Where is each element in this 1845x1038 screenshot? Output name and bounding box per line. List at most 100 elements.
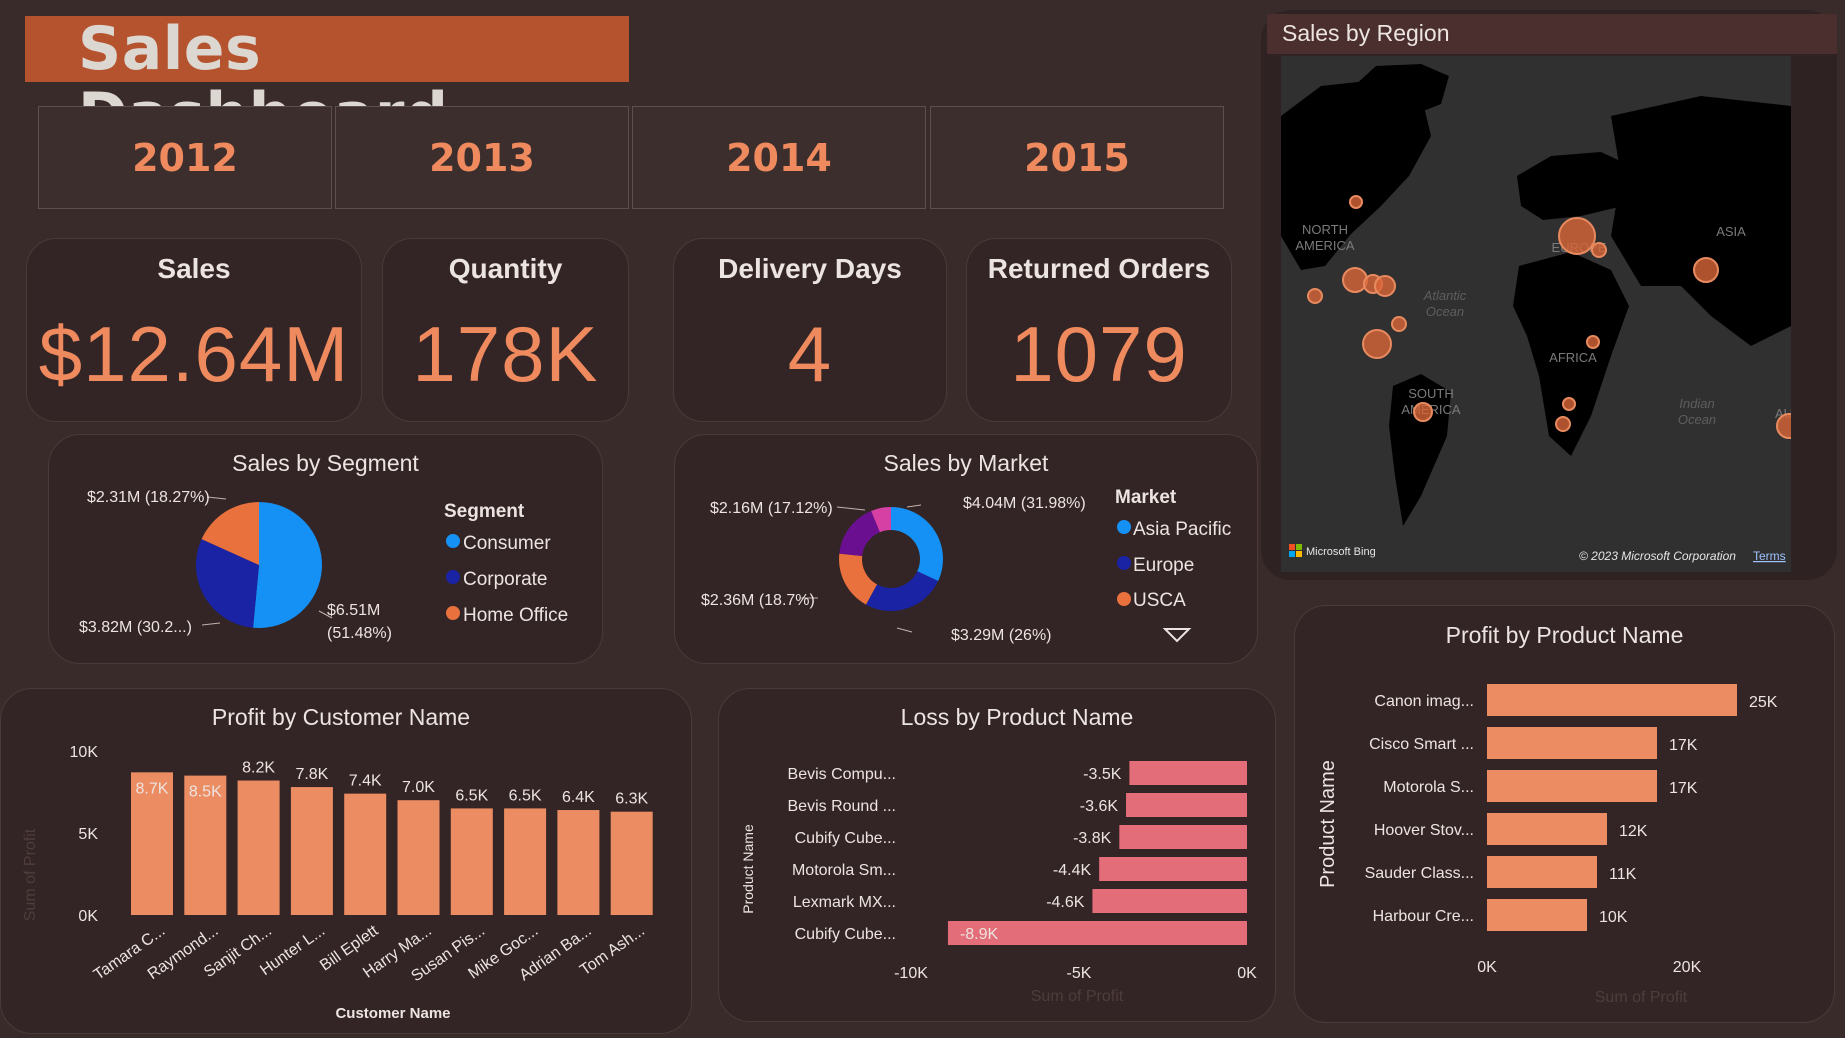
segment-card: Sales by Segment $2.31M (18.27%) $3.82M …: [48, 434, 603, 664]
bar-data-label: -3.6K: [1080, 798, 1119, 815]
bar-data-label: 7.0K: [402, 779, 435, 796]
segment-pie-slice[interactable]: [253, 502, 322, 628]
map-terms-link[interactable]: Terms: [1753, 549, 1786, 563]
legend-swatch: [446, 534, 460, 548]
bar[interactable]: [1129, 761, 1247, 785]
page-title: Sales Dashboard: [25, 16, 629, 148]
map-bubble: [1591, 242, 1607, 258]
y-tick-label: Motorola Sm...: [792, 862, 896, 879]
pie-data-label: $6.51M: [327, 602, 380, 619]
kpi-card-delivery-days: Delivery Days 4: [673, 238, 947, 422]
kpi-label: Sales: [157, 253, 231, 284]
y-tick-label: Hoover Stov...: [1374, 822, 1474, 839]
profit-by-product-chart: 0K 20K 25K Canon imag... 17K Cisco Smart ... 1…: [1317, 684, 1778, 1006]
bar-data-label: 6.5K: [455, 787, 488, 804]
pie-data-label: $3.82M (30.2...): [79, 619, 192, 636]
legend-item-home-office[interactable]: Home Office: [463, 605, 568, 626]
y-tick-label: Motorola S...: [1383, 779, 1474, 796]
bar-data-label: 17K: [1669, 780, 1698, 797]
legend-item-consumer[interactable]: Consumer: [463, 533, 551, 554]
bar[interactable]: [504, 808, 547, 915]
bar[interactable]: [1487, 813, 1607, 845]
market-donut-slice[interactable]: [891, 507, 943, 582]
pie-data-label: $2.16M (17.12%): [710, 500, 833, 517]
bar-data-label: -3.5K: [1083, 766, 1122, 783]
world-map[interactable]: NORTH AMERICA EUROPE ASIA Atlantic Ocean…: [1281, 56, 1791, 572]
bar[interactable]: [344, 793, 387, 915]
market-card: Sales by Market $2.16M (17.12%) $2.36M (…: [674, 434, 1258, 664]
map-card: Sales by Region NORTH AMERICA EUROPE ASI…: [1261, 10, 1837, 580]
bar[interactable]: [1487, 899, 1587, 931]
bar-data-label: 10K: [1599, 909, 1628, 926]
year-button-2013[interactable]: 2013: [335, 106, 629, 209]
bar[interactable]: [1487, 770, 1657, 802]
map-label: NORTH: [1302, 222, 1348, 237]
y-axis-label: Product Name: [740, 824, 756, 914]
bar[interactable]: [557, 810, 600, 915]
legend-scroll-down-icon[interactable]: [1162, 628, 1192, 643]
kpi-value: 1079: [1010, 310, 1188, 398]
bar[interactable]: [610, 811, 653, 915]
y-tick-label: 0K: [78, 908, 98, 925]
legend-item-europe[interactable]: Europe: [1133, 555, 1194, 576]
x-tick-label: -5K: [1067, 965, 1092, 982]
bar[interactable]: [1487, 684, 1737, 716]
map-bubble: [1374, 275, 1396, 297]
bar[interactable]: [1487, 856, 1597, 888]
bar-data-label: 25K: [1749, 694, 1778, 711]
bar-data-label: 17K: [1669, 737, 1698, 754]
bar-data-label: -8.9K: [960, 926, 999, 943]
year-button-2012[interactable]: 2012: [38, 106, 332, 209]
bar[interactable]: [290, 787, 333, 915]
bar-data-label: 8.7K: [136, 780, 169, 797]
kpi-card-returned-orders: Returned Orders 1079: [966, 238, 1232, 422]
kpi-label: Returned Orders: [987, 253, 1211, 284]
x-axis-label: Sum of Profit: [1595, 989, 1688, 1006]
map-label: Ocean: [1678, 412, 1716, 427]
pie-data-label: $2.31M (18.27%): [87, 489, 210, 506]
pie-data-label: $2.36M (18.7%): [701, 592, 815, 609]
bar[interactable]: [1119, 825, 1247, 849]
y-tick-label: Cubify Cube...: [795, 830, 896, 847]
year-button-2015[interactable]: 2015: [930, 106, 1224, 209]
map-label: Atlantic: [1423, 288, 1467, 303]
bar[interactable]: [237, 780, 280, 915]
bar[interactable]: [397, 800, 440, 915]
legend-item-corporate[interactable]: Corporate: [463, 569, 548, 590]
map-bubble: [1349, 195, 1363, 209]
map-bubble: [1586, 335, 1600, 349]
bar-data-label: 11K: [1609, 866, 1637, 883]
legend-swatch: [1117, 556, 1131, 570]
kpi-card-quantity: Quantity 178K: [382, 238, 629, 422]
legend-item-usca[interactable]: USCA: [1133, 590, 1186, 611]
bar[interactable]: [1099, 857, 1247, 881]
y-tick-label: Cisco Smart ...: [1369, 736, 1474, 753]
kpi-value: 4: [787, 310, 833, 398]
bar[interactable]: [1487, 727, 1657, 759]
map-bubble: [1307, 288, 1323, 304]
market-donut-slice[interactable]: [865, 571, 939, 611]
bar-data-label: 7.4K: [349, 773, 382, 790]
pie-data-label: $3.29M (26%): [951, 627, 1052, 644]
bar[interactable]: [1092, 889, 1247, 913]
kpi-label: Quantity: [448, 253, 563, 284]
kpi-value: 178K: [412, 310, 599, 398]
year-button-2014[interactable]: 2014: [632, 106, 926, 209]
x-axis-label: Sum of Profit: [1031, 988, 1124, 1005]
legend-swatch: [1117, 520, 1131, 534]
market-donut-slice[interactable]: [839, 510, 880, 556]
kpi-label: Delivery Days: [718, 253, 902, 284]
bar-data-label: 6.4K: [562, 789, 595, 806]
map-title-bar: Sales by Region: [1267, 14, 1837, 54]
bar[interactable]: [1126, 793, 1247, 817]
loss-by-product-chart: -10K -5K 0K -3.5K Bevis Compu... -3.6K Bevis R…: [740, 761, 1257, 1005]
legend-item-asia-pacific[interactable]: Asia Pacific: [1133, 519, 1231, 540]
x-tick-label: -10K: [894, 965, 928, 982]
legend-swatch: [446, 570, 460, 584]
legend-swatch: [1117, 592, 1131, 606]
kpi-card-sales: Sales $12.64M: [26, 238, 362, 422]
bar-data-label: 8.5K: [189, 784, 222, 801]
bar[interactable]: [450, 808, 493, 915]
x-tick-label: 0K: [1477, 959, 1497, 976]
x-tick-label: 20K: [1673, 959, 1702, 976]
